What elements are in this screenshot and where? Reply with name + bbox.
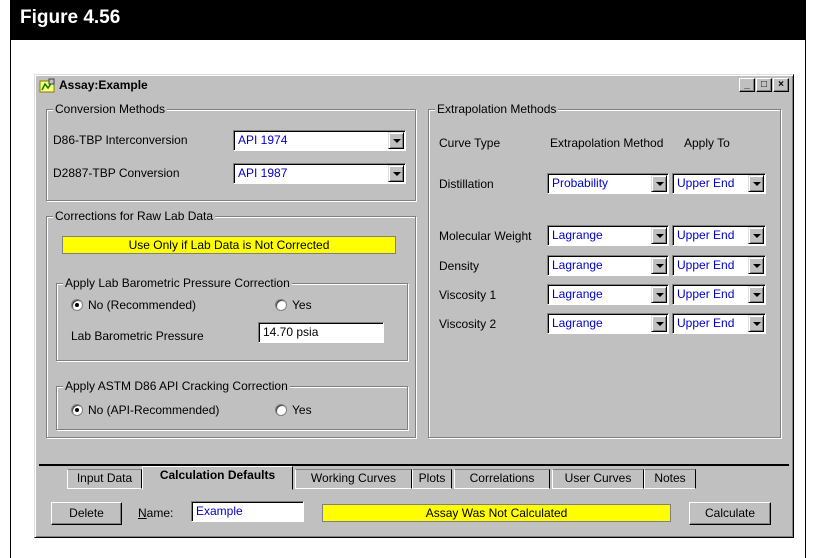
apply-to-select[interactable]: Upper End (672, 225, 766, 246)
tab-working-curves[interactable]: Working Curves (295, 469, 412, 489)
baro-correction-label: Apply Lab Barometric Pressure Correction (63, 276, 292, 290)
window-title: Assay:Example (59, 78, 148, 92)
conversion-methods-label: Conversion Methods (53, 102, 168, 116)
d2887-label: D2887-TBP Conversion (53, 166, 180, 180)
tab-input-data[interactable]: Input Data (67, 469, 142, 489)
extrapolation-methods-group: Extrapolation Methods Curve Type Extrapo… (428, 102, 781, 438)
extrapolation-methods-label: Extrapolation Methods (435, 102, 559, 116)
apply-to-select[interactable]: Upper End (672, 313, 766, 334)
corrections-group: Corrections for Raw Lab Data Use Only if… (46, 209, 416, 438)
extrapolation-method-header: Extrapolation Method (550, 136, 664, 150)
chevron-down-icon[interactable] (748, 257, 764, 274)
chevron-down-icon[interactable] (651, 257, 667, 274)
close-button[interactable]: × (773, 78, 789, 92)
method-value: Lagrange (552, 316, 603, 330)
name-value: Example (196, 504, 243, 518)
conversion-methods-group: Conversion Methods D86-TBP Interconversi… (46, 102, 416, 201)
chevron-down-icon[interactable] (388, 165, 404, 182)
baro-yes-label: Yes (292, 298, 312, 312)
curve-label: Viscosity 2 (439, 317, 497, 331)
apply-to-value: Upper End (677, 258, 735, 272)
d86-select[interactable]: API 1974 (233, 130, 406, 151)
apply-to-select[interactable]: Upper End (672, 284, 766, 305)
method-select[interactable]: Lagrange (547, 225, 669, 246)
astm-yes-label: Yes (292, 403, 312, 417)
baro-pressure-input[interactable]: 14.70 psia (258, 322, 384, 343)
corrections-label: Corrections for Raw Lab Data (53, 209, 216, 223)
apply-to-select[interactable]: Upper End (672, 255, 766, 276)
name-input[interactable]: Example (191, 501, 304, 522)
apply-to-header: Apply To (684, 136, 730, 150)
method-select[interactable]: Lagrange (547, 313, 669, 334)
assay-app-icon[interactable] (39, 78, 55, 94)
baro-no-radio[interactable]: No (Recommended) (71, 298, 196, 312)
radio-selected-icon (71, 299, 83, 311)
calculation-status: Assay Was Not Calculated (322, 504, 671, 522)
assay-window: Assay:Example _ □ × Conversion Methods D… (34, 74, 794, 538)
radio-unselected-icon (275, 299, 287, 311)
radio-unselected-icon (275, 404, 287, 416)
curve-label: Viscosity 1 (439, 288, 497, 302)
d86-label: D86-TBP Interconversion (53, 133, 188, 147)
tab-calculation-defaults[interactable]: Calculation Defaults (142, 466, 293, 490)
method-value: Lagrange (552, 258, 603, 272)
tab-notes[interactable]: Notes (644, 469, 696, 489)
d2887-select[interactable]: API 1987 (233, 163, 406, 184)
baro-yes-radio[interactable]: Yes (275, 298, 312, 312)
astm-correction-group: Apply ASTM D86 API Cracking Correction N… (56, 379, 408, 430)
apply-to-value: Upper End (677, 316, 735, 330)
baro-pressure-label: Lab Barometric Pressure (71, 329, 204, 343)
chevron-down-icon[interactable] (748, 315, 764, 332)
d2887-value: API 1987 (238, 166, 288, 180)
method-value: Probability (552, 176, 609, 190)
curve-label: Density (439, 259, 480, 273)
tab-user-curves[interactable]: User Curves (552, 469, 644, 489)
lab-data-warning: Use Only if Lab Data is Not Corrected (62, 236, 396, 254)
method-select[interactable]: Lagrange (547, 255, 669, 276)
figure-title: Figure 4.56 (10, 0, 806, 40)
chevron-down-icon[interactable] (651, 286, 667, 303)
curve-label: Molecular Weight (439, 229, 532, 243)
method-select[interactable]: Probability (547, 173, 669, 194)
delete-button[interactable]: Delete (51, 502, 122, 525)
tab-correlations[interactable]: Correlations (454, 469, 550, 489)
chevron-down-icon[interactable] (651, 227, 667, 244)
d86-value: API 1974 (238, 133, 288, 147)
curve-label: Distillation (439, 177, 494, 191)
astm-yes-radio[interactable]: Yes (275, 403, 312, 417)
chevron-down-icon[interactable] (651, 315, 667, 332)
method-select[interactable]: Lagrange (547, 284, 669, 305)
curve-type-header: Curve Type (439, 136, 501, 150)
apply-to-value: Upper End (677, 287, 735, 301)
astm-no-label: No (API-Recommended) (88, 403, 220, 417)
method-value: Lagrange (552, 228, 603, 242)
astm-correction-label: Apply ASTM D86 API Cracking Correction (63, 379, 290, 393)
chevron-down-icon[interactable] (748, 175, 764, 192)
maximize-button[interactable]: □ (756, 78, 772, 92)
chevron-down-icon[interactable] (748, 227, 764, 244)
apply-to-value: Upper End (677, 176, 735, 190)
minimize-button[interactable]: _ (739, 78, 755, 92)
apply-to-value: Upper End (677, 228, 735, 242)
window-titlebar[interactable]: Assay:Example _ □ × (37, 77, 791, 95)
tab-plots[interactable]: Plots (412, 469, 452, 489)
name-label: Name: (138, 506, 174, 520)
chevron-down-icon[interactable] (388, 132, 404, 149)
baro-no-label: No (Recommended) (88, 298, 197, 312)
astm-no-radio[interactable]: No (API-Recommended) (71, 403, 219, 417)
method-value: Lagrange (552, 287, 603, 301)
chevron-down-icon[interactable] (748, 286, 764, 303)
baro-correction-group: Apply Lab Barometric Pressure Correction… (56, 276, 408, 361)
radio-selected-icon (71, 404, 83, 416)
calculate-button[interactable]: Calculate (689, 502, 771, 525)
apply-to-select[interactable]: Upper End (672, 173, 766, 194)
chevron-down-icon[interactable] (651, 175, 667, 192)
